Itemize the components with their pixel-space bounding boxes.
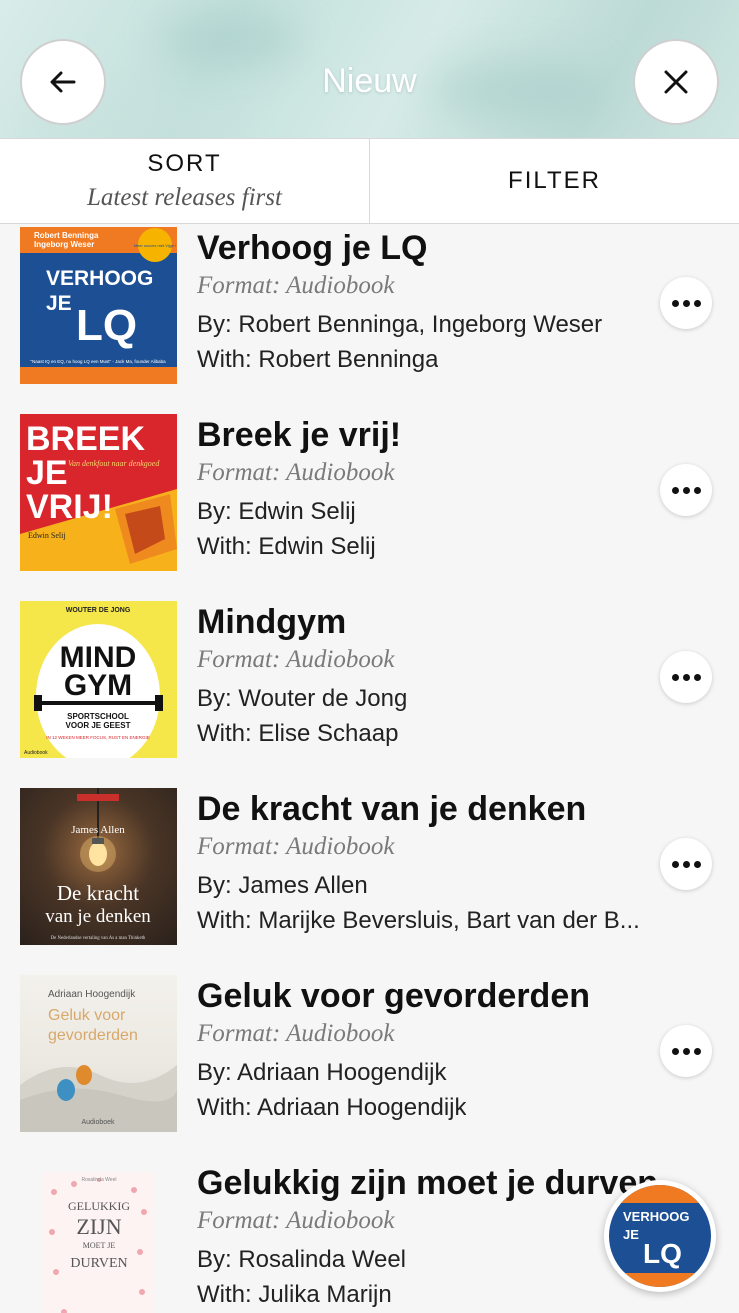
more-options-button[interactable] bbox=[660, 838, 712, 890]
sort-filter-bar: SORT Latest releases first FILTER bbox=[0, 138, 739, 224]
book-narrators: With: Adriaan Hoogendijk bbox=[197, 1094, 467, 1121]
list-item[interactable]: Adriaan Hoogendijk Geluk voor gevorderde… bbox=[0, 973, 739, 1160]
mini-cover-line2: JE bbox=[623, 1227, 639, 1242]
book-format: Format: Audiobook bbox=[197, 1020, 395, 1047]
filter-button[interactable]: FILTER bbox=[370, 139, 739, 223]
list-item[interactable]: WOUTER DE JONG MIND GYM SPORTSCHOOL VOOR … bbox=[0, 599, 739, 786]
list-item[interactable]: James Allen De kracht van je denken De N… bbox=[0, 786, 739, 973]
book-format: Format: Audiobook bbox=[197, 646, 395, 673]
cover-quote: "Naast IQ en EQ, nu hoog LQ een Must" - … bbox=[30, 359, 166, 364]
book-cover[interactable]: BREEK JE VRIJ! Van denkfout naar denkgoe… bbox=[20, 414, 177, 571]
filter-label: FILTER bbox=[508, 167, 601, 194]
book-title: Verhoog je LQ bbox=[197, 229, 428, 267]
mini-cover-line3: LQ bbox=[643, 1238, 682, 1269]
cover-author: Adriaan Hoogendijk bbox=[48, 989, 136, 1000]
cover-line1: VERHOOG bbox=[46, 267, 153, 290]
cover-subtitle: SPORTSCHOOL VOOR JE GEEST bbox=[66, 712, 131, 730]
close-icon bbox=[664, 70, 688, 94]
cover-author: WOUTER DE JONG bbox=[66, 607, 131, 614]
cover-line2: van je denken bbox=[45, 906, 151, 927]
sort-button[interactable]: SORT Latest releases first bbox=[0, 139, 370, 223]
book-narrators: With: Robert Benninga bbox=[197, 346, 439, 373]
book-title: Breek je vrij! bbox=[197, 416, 402, 454]
sort-label: SORT bbox=[147, 150, 222, 177]
more-dots-icon bbox=[671, 299, 679, 307]
more-options-button[interactable] bbox=[660, 651, 712, 703]
cover-line1: BREEK bbox=[26, 420, 145, 458]
cover-badge: Meer succes met Vijge ! bbox=[134, 243, 177, 248]
cover-line2: JE bbox=[26, 454, 68, 492]
cover-author: Rosalinda Weel bbox=[82, 1177, 117, 1183]
book-title: De kracht van je denken bbox=[197, 790, 587, 828]
list-item[interactable]: BREEK JE VRIJ! Van denkfout naar denkgoe… bbox=[0, 412, 739, 599]
list-item[interactable]: Robert Benninga Ingeborg Weser Meer succe… bbox=[0, 225, 739, 412]
book-authors: By: James Allen bbox=[197, 872, 368, 899]
cover-line2: JE bbox=[46, 292, 72, 315]
cover-line4: DURVEN bbox=[70, 1256, 127, 1271]
header: Nieuw bbox=[0, 0, 739, 140]
mini-player-button[interactable]: VERHOOG JE LQ bbox=[604, 1180, 716, 1292]
book-authors: By: Robert Benninga, Ingeborg Weser bbox=[197, 311, 603, 338]
cover-label: Audiobook bbox=[24, 750, 48, 756]
book-narrators: With: Elise Schaap bbox=[197, 720, 399, 747]
book-title: Mindgym bbox=[197, 603, 347, 641]
book-narrators: With: Julika Marijn bbox=[197, 1281, 392, 1308]
book-format: Format: Audiobook bbox=[197, 272, 395, 299]
book-title: Geluk voor gevorderden bbox=[197, 977, 590, 1015]
header-background-blur bbox=[160, 10, 300, 70]
more-dots-icon bbox=[671, 673, 679, 681]
more-options-button[interactable] bbox=[660, 1025, 712, 1077]
cover-line3: MOET JE bbox=[83, 1241, 116, 1250]
cover-line1: De kracht bbox=[57, 881, 139, 905]
book-narrators: With: Edwin Selij bbox=[197, 533, 376, 560]
close-button[interactable] bbox=[633, 39, 719, 125]
book-cover[interactable]: WOUTER DE JONG MIND GYM SPORTSCHOOL VOOR … bbox=[20, 601, 177, 758]
book-cover[interactable]: James Allen De kracht van je denken De N… bbox=[20, 788, 177, 945]
cover-line1: Geluk voor bbox=[48, 1007, 126, 1024]
book-authors: By: Adriaan Hoogendijk bbox=[197, 1059, 447, 1086]
cover-authors: Robert Benninga Ingeborg Weser bbox=[34, 231, 99, 249]
more-dots-icon bbox=[671, 486, 679, 494]
cover-line2: gevorderden bbox=[48, 1027, 138, 1044]
cover-line3: VRIJ! bbox=[26, 488, 113, 526]
book-cover[interactable]: Rosalinda Weel GELUKKIG ZIJN MOET JE DUR… bbox=[44, 1172, 154, 1313]
cover-line2: ZIJN bbox=[76, 1214, 121, 1239]
mini-cover-line1: VERHOOG bbox=[623, 1209, 689, 1224]
cover-line1: GELUKKIG bbox=[68, 1199, 130, 1213]
book-list: Robert Benninga Ingeborg Weser Meer succe… bbox=[0, 225, 739, 1313]
book-cover[interactable]: Robert Benninga Ingeborg Weser Meer succe… bbox=[20, 227, 177, 384]
page-title: Nieuw bbox=[322, 62, 417, 100]
more-dots-icon bbox=[671, 860, 679, 868]
book-format: Format: Audiobook bbox=[197, 459, 395, 486]
book-format: Format: Audiobook bbox=[197, 833, 395, 860]
cover-author: James Allen bbox=[71, 824, 125, 836]
book-cover[interactable]: Adriaan Hoogendijk Geluk voor gevorderde… bbox=[20, 975, 177, 1132]
book-title: Gelukkig zijn moet je durven bbox=[197, 1164, 658, 1202]
book-format: Format: Audiobook bbox=[197, 1207, 395, 1234]
cover-author: Edwin Selij bbox=[28, 531, 66, 540]
cover-subtitle: Van denkfout naar denkgoed bbox=[68, 459, 160, 468]
book-authors: By: Rosalinda Weel bbox=[197, 1246, 406, 1273]
cover-subtitle: De Nederlandse vertaling van As a man Th… bbox=[51, 936, 146, 941]
cover-tagline: IN 12 WEKEN MEER FOCUS, RUST EN ENERGIE bbox=[46, 735, 149, 740]
book-authors: By: Edwin Selij bbox=[197, 498, 356, 525]
cover-label: Audioboek bbox=[81, 1119, 115, 1126]
sort-value: Latest releases first bbox=[87, 184, 282, 211]
more-options-button[interactable] bbox=[660, 464, 712, 516]
cover-line2: GYM bbox=[64, 669, 132, 702]
more-options-button[interactable] bbox=[660, 277, 712, 329]
cover-line3: LQ bbox=[76, 301, 137, 350]
book-authors: By: Wouter de Jong bbox=[197, 685, 408, 712]
book-narrators: With: Marijke Beversluis, Bart van der B… bbox=[197, 907, 640, 934]
more-dots-icon bbox=[671, 1047, 679, 1055]
now-playing-cover: VERHOOG JE LQ bbox=[609, 1185, 711, 1287]
